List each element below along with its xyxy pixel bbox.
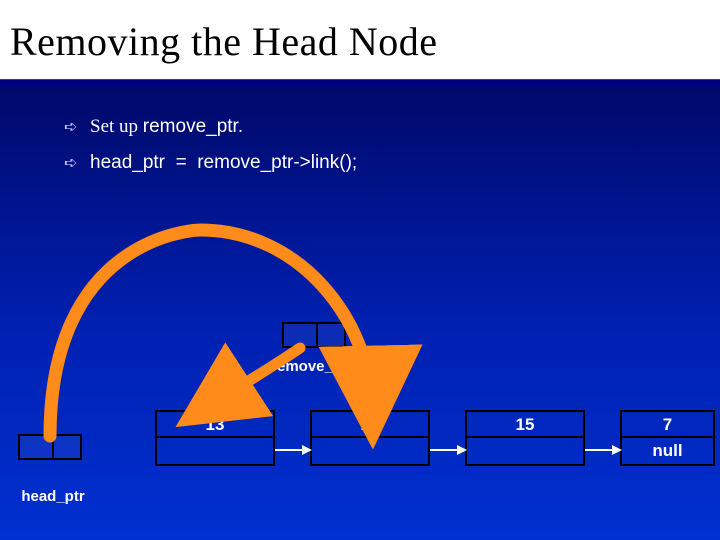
bullet-1: ➪ Set up remove_ptr.: [64, 109, 680, 145]
node-2-value: 10: [312, 412, 428, 438]
node-4-value: 7: [622, 412, 713, 438]
bullet-list: ➪ Set up remove_ptr. ➪ head_ptr = remove…: [0, 87, 720, 181]
removeptr-arrow-icon: [205, 348, 300, 408]
ptrvar-divider: [52, 436, 54, 458]
remove-ptr-box: [282, 322, 346, 348]
node-3-value: 15: [467, 412, 583, 438]
bullet-1-prefix: Set up: [90, 116, 143, 137]
remove-ptr-label: remove_ptr: [252, 358, 372, 375]
node-2: 10: [310, 410, 430, 466]
node-3-next: [467, 438, 583, 464]
slide-title: Removing the Head Node: [0, 0, 720, 79]
title-underline: [0, 79, 720, 87]
node-4-next: null: [622, 438, 713, 464]
node-3: 15: [465, 410, 585, 466]
bullet-1-code: remove_ptr.: [143, 116, 243, 137]
node-1-next: [157, 438, 273, 464]
node-1: 13: [155, 410, 275, 466]
ptrvar-divider: [316, 324, 318, 346]
bullet-1-text: Set up remove_ptr.: [90, 109, 243, 145]
node-1-value: 13: [157, 412, 273, 438]
bullet-2-code: head_ptr = remove_ptr->link();: [90, 145, 357, 181]
diagram-area: remove_ptr head_ptr 13 10 15 7 null: [0, 200, 720, 530]
head-ptr-label: head_ptr: [8, 488, 98, 505]
node-4: 7 null: [620, 410, 715, 466]
head-ptr-box: [18, 434, 82, 460]
pointing-right-icon: ➪: [64, 113, 82, 143]
node-2-next: [312, 438, 428, 464]
title-text: Removing the Head Node: [10, 19, 438, 64]
pointing-right-icon: ➪: [64, 149, 82, 179]
bullet-2: ➪ head_ptr = remove_ptr->link();: [64, 145, 680, 181]
